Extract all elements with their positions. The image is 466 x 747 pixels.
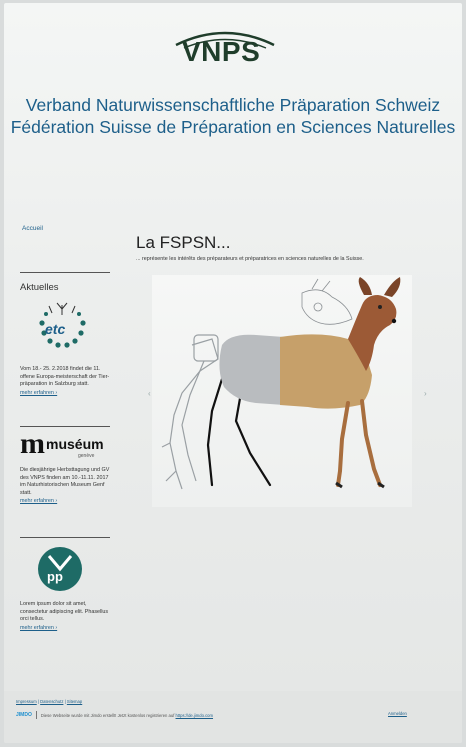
sidebar-divider	[20, 537, 110, 538]
site-header: VNPS Verband Naturwissenschaftliche Präp…	[4, 3, 462, 179]
news-heading: Aktuelles	[20, 282, 59, 293]
main-content: La FSPSN... ... représente les intérêts …	[122, 179, 452, 679]
site-title-french: Fédération Suisse de Préparation en Scie…	[10, 117, 456, 137]
news-item: pp Lorem ipsum dolor sit amet, consectet…	[20, 547, 112, 631]
sidebar-divider	[20, 272, 110, 273]
impressum-link[interactable]: Impressum	[16, 699, 37, 704]
sitemap-link[interactable]: Sitemap	[67, 699, 82, 704]
sidebar: Accueil Aktuelles etc Vom 18.- 25. 2.201…	[16, 179, 116, 679]
news-text: Die diesjährige Herbsttagung und GV des …	[20, 467, 110, 496]
museum-logo-sub: genève	[78, 453, 95, 459]
read-more-link[interactable]: mehr erfahren ›	[20, 625, 112, 631]
browser-screen: VNPS Verband Naturwissenschaftliche Präp…	[4, 3, 462, 743]
logo-text: VNPS	[182, 36, 261, 67]
etc-logo-text: etc	[45, 321, 66, 337]
vnps-badge-icon: pp	[38, 547, 82, 591]
site-footer: Impressum | Datenschutz | Sitemap JIMDO …	[4, 691, 462, 743]
deer-illustration-image	[161, 277, 401, 490]
site-title-german: Verband Naturwissenschaftliche Präparati…	[25, 95, 441, 115]
vnps-badge-text: pp	[47, 569, 63, 584]
login-link[interactable]: Anmelden	[388, 711, 407, 716]
footer-credit: JIMDO Diese Webseite wurde mit Jimdo ers…	[16, 711, 213, 719]
jimdo-logo[interactable]: JIMDO	[16, 712, 32, 718]
museum-logo-m: m	[20, 427, 45, 460]
slider-prev-arrow-icon[interactable]: ‹	[148, 389, 151, 398]
site-logo[interactable]: VNPS	[170, 25, 280, 71]
credit-text: Diese Webseite wurde mit Jimdo erstellt!…	[40, 712, 175, 718]
read-more-link[interactable]: mehr erfahren ›	[20, 390, 112, 396]
news-text: Lorem ipsum dolor sit amet, consectetur …	[20, 601, 109, 623]
jimdo-signup-link[interactable]: https://de.jimdo.com	[176, 713, 213, 718]
slider-next-arrow-icon[interactable]: ›	[424, 389, 427, 398]
news-text: Vom 18.- 25. 2.2018 findet die 11. offen…	[20, 366, 110, 388]
footer-separator	[35, 711, 37, 719]
read-more-link[interactable]: mehr erfahren ›	[20, 498, 112, 504]
museum-logo: m muséum genève	[20, 427, 112, 463]
news-item: etc Vom 18.- 25. 2.2018 findet die 11. o…	[20, 299, 112, 396]
page-title: La FSPSN...	[136, 233, 231, 252]
datenschutz-link[interactable]: Datenschutz	[40, 699, 63, 704]
news-item: m muséum genève Die diesjährige Herbstta…	[20, 427, 112, 504]
image-slider[interactable]	[152, 275, 412, 507]
museum-logo-text: muséum	[46, 436, 104, 452]
footer-links: Impressum | Datenschutz | Sitemap	[16, 699, 83, 704]
page-subtitle: ... représente les intérêts des préparat…	[136, 256, 364, 262]
nav-home-link[interactable]: Accueil	[22, 225, 43, 232]
